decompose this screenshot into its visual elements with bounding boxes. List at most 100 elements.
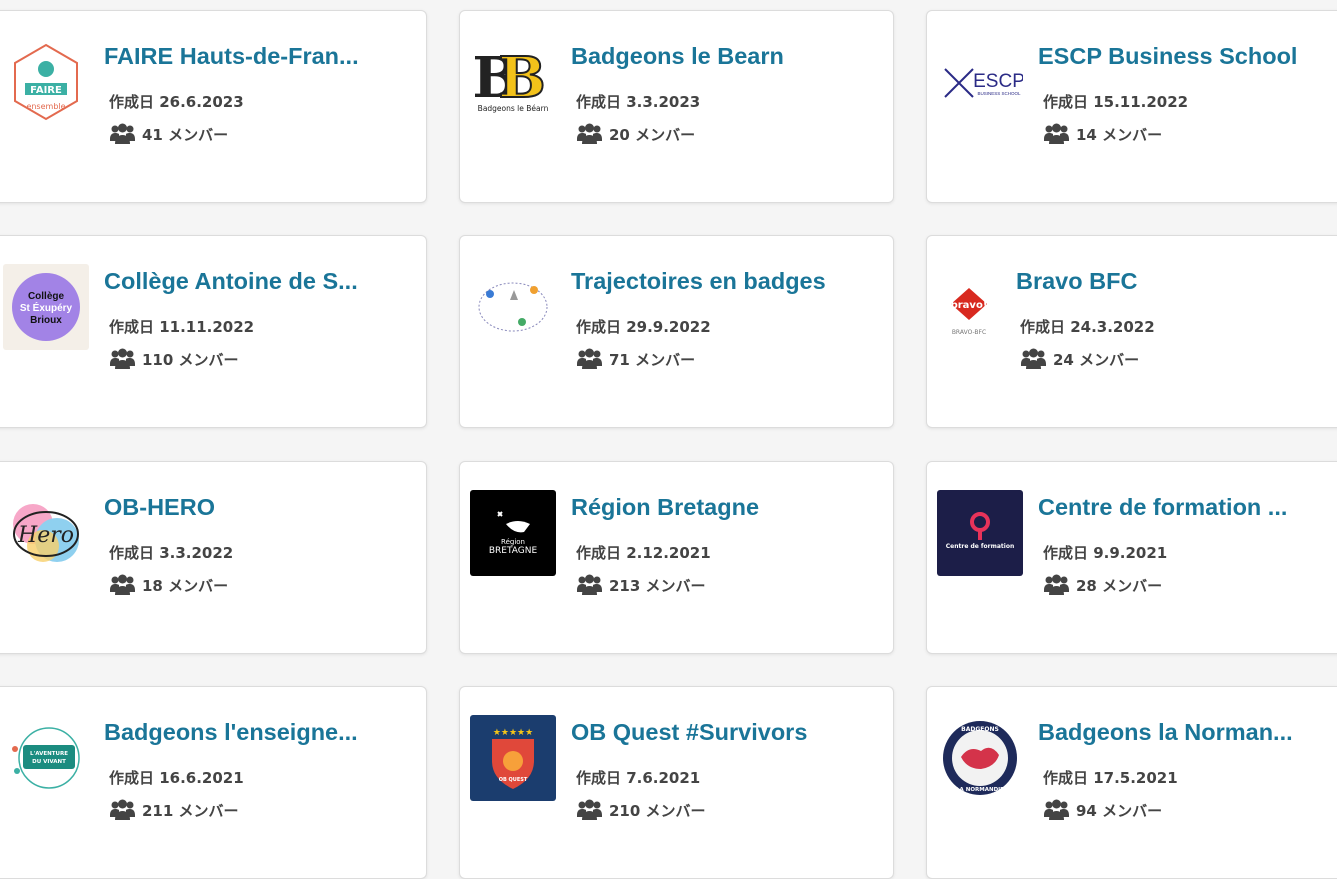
people-icon [110, 123, 135, 144]
community-card[interactable]: Hero OB-HERO 作成日 3.3.2022 18 メンバー [0, 461, 427, 654]
member-count: 213 メンバー [576, 574, 706, 596]
community-title[interactable]: Badgeons la Norman... [1038, 719, 1337, 746]
member-count: 14 メンバー [1043, 123, 1162, 145]
member-count-text: 71 メンバー [609, 350, 696, 369]
college-logo-icon: Collège St Éxupéry Brioux [3, 264, 89, 350]
svg-text:ESCP: ESCP [973, 71, 1023, 92]
created-date: 作成日 7.6.2021 [576, 769, 701, 787]
community-title[interactable]: Collège Antoine de S... [104, 268, 414, 295]
community-title[interactable]: Badgeons l'enseigne... [104, 719, 414, 746]
created-date: 作成日 9.9.2021 [1043, 544, 1168, 562]
community-card[interactable]: ★★★★★ OB QUEST OB Quest #Survivors 作成日 7… [459, 686, 894, 879]
svg-text:B: B [498, 45, 545, 111]
created-date: 作成日 16.6.2021 [109, 769, 244, 787]
normandie-logo-icon: BADGEONS LA NORMANDIE [937, 715, 1023, 801]
people-icon [1044, 123, 1069, 144]
community-card[interactable]: FAIRE ensemble FAIRE Hauts-de-Fran... 作成… [0, 10, 427, 203]
svg-text:BUSINESS SCHOOL: BUSINESS SCHOOL [977, 91, 1021, 96]
people-icon [1044, 799, 1069, 820]
people-icon [577, 799, 602, 820]
bretagne-logo-icon: Région BRETAGNE [470, 490, 556, 576]
obquest-logo-icon: ★★★★★ OB QUEST [470, 715, 556, 801]
bb-logo-icon: B B Badgeons le Béarn [470, 39, 556, 125]
svg-text:Badgeons le Béarn: Badgeons le Béarn [478, 104, 549, 113]
svg-text:FAIRE: FAIRE [30, 85, 62, 96]
community-card[interactable]: L'AVENTURE DU VIVANT Badgeons l'enseigne… [0, 686, 427, 879]
community-grid: FAIRE ensemble FAIRE Hauts-de-Fran... 作成… [0, 0, 1337, 879]
svg-text:ensemble: ensemble [26, 102, 65, 111]
community-card[interactable]: ESCP BUSINESS SCHOOL ESCP Business Schoo… [926, 10, 1337, 203]
svg-text:Collège: Collège [28, 291, 65, 302]
community-card[interactable]: Région BRETAGNE Région Bretagne 作成日 2.12… [459, 461, 894, 654]
aventure-logo-icon: L'AVENTURE DU VIVANT [3, 715, 89, 801]
svg-text:bravo!: bravo! [951, 300, 988, 311]
community-title[interactable]: FAIRE Hauts-de-Fran... [104, 43, 414, 70]
svg-text:Région: Région [501, 538, 525, 546]
svg-text:BADGEONS: BADGEONS [961, 726, 999, 733]
created-date: 作成日 29.9.2022 [576, 318, 711, 336]
community-title[interactable]: Région Bretagne [571, 494, 881, 521]
member-count-text: 20 メンバー [609, 125, 696, 144]
svg-text:★★★★★: ★★★★★ [493, 728, 533, 738]
member-count-text: 28 メンバー [1076, 576, 1163, 595]
community-title[interactable]: Centre de formation ... [1038, 494, 1337, 521]
community-title[interactable]: OB-HERO [104, 494, 414, 521]
community-title[interactable]: OB Quest #Survivors [571, 719, 881, 746]
trajectoires-logo-icon [470, 264, 556, 350]
svg-text:BRETAGNE: BRETAGNE [489, 546, 538, 556]
created-date: 作成日 2.12.2021 [576, 544, 711, 562]
member-count-text: 213 メンバー [609, 576, 706, 595]
member-count-text: 110 メンバー [142, 350, 239, 369]
community-title[interactable]: Trajectoires en badges [571, 268, 881, 295]
created-date: 作成日 17.5.2021 [1043, 769, 1178, 787]
bravo-logo-icon: bravo! BRAVO-BFC [937, 264, 1001, 350]
member-count: 210 メンバー [576, 799, 706, 821]
member-count-text: 24 メンバー [1053, 350, 1140, 369]
created-date: 作成日 11.11.2022 [109, 318, 255, 336]
member-count-text: 210 メンバー [609, 801, 706, 820]
svg-text:Hero: Hero [17, 523, 74, 548]
people-icon [577, 123, 602, 144]
hero-logo-icon: Hero [3, 490, 89, 576]
member-count: 24 メンバー [1020, 348, 1139, 370]
community-title[interactable]: ESCP Business School [1038, 43, 1337, 70]
svg-text:Brioux: Brioux [30, 315, 62, 326]
community-card[interactable]: Collège St Éxupéry Brioux Collège Antoin… [0, 235, 427, 428]
escp-logo-icon: ESCP BUSINESS SCHOOL [937, 39, 1023, 125]
member-count: 28 メンバー [1043, 574, 1162, 596]
community-card[interactable]: Trajectoires en badges 作成日 29.9.2022 71 … [459, 235, 894, 428]
member-count-text: 211 メンバー [142, 801, 239, 820]
people-icon [110, 799, 135, 820]
community-card[interactable]: Centre de formation Centre de formation … [926, 461, 1337, 654]
member-count: 20 メンバー [576, 123, 695, 145]
member-count: 211 メンバー [109, 799, 239, 821]
svg-text:LA NORMANDIE: LA NORMANDIE [956, 787, 1004, 793]
faire-logo-icon: FAIRE ensemble [3, 39, 89, 125]
people-icon [110, 348, 135, 369]
created-date: 作成日 24.3.2022 [1020, 318, 1155, 336]
community-card[interactable]: BADGEONS LA NORMANDIE Badgeons la Norman… [926, 686, 1337, 879]
member-count: 41 メンバー [109, 123, 228, 145]
people-icon [577, 574, 602, 595]
member-count: 18 メンバー [109, 574, 228, 596]
centre-logo-icon: Centre de formation [937, 490, 1023, 576]
svg-text:St Éxupéry: St Éxupéry [20, 301, 73, 314]
member-count: 94 メンバー [1043, 799, 1162, 821]
created-date: 作成日 15.11.2022 [1043, 93, 1189, 111]
member-count: 110 メンバー [109, 348, 239, 370]
created-date: 作成日 26.6.2023 [109, 93, 244, 111]
svg-text:L'AVENTURE: L'AVENTURE [30, 751, 68, 757]
svg-text:Centre de formation: Centre de formation [946, 543, 1015, 550]
people-icon [1021, 348, 1046, 369]
member-count: 71 メンバー [576, 348, 695, 370]
svg-text:DU VIVANT: DU VIVANT [32, 759, 66, 765]
member-count-text: 14 メンバー [1076, 125, 1163, 144]
created-date: 作成日 3.3.2023 [576, 93, 701, 111]
svg-text:OB QUEST: OB QUEST [499, 777, 528, 783]
community-card[interactable]: B B Badgeons le Béarn Badgeons le Bearn … [459, 10, 894, 203]
community-title[interactable]: Bravo BFC [1016, 268, 1326, 295]
member-count-text: 41 メンバー [142, 125, 229, 144]
member-count-text: 18 メンバー [142, 576, 229, 595]
community-title[interactable]: Badgeons le Bearn [571, 43, 881, 70]
community-card[interactable]: bravo! BRAVO-BFC Bravo BFC 作成日 24.3.2022… [926, 235, 1337, 428]
